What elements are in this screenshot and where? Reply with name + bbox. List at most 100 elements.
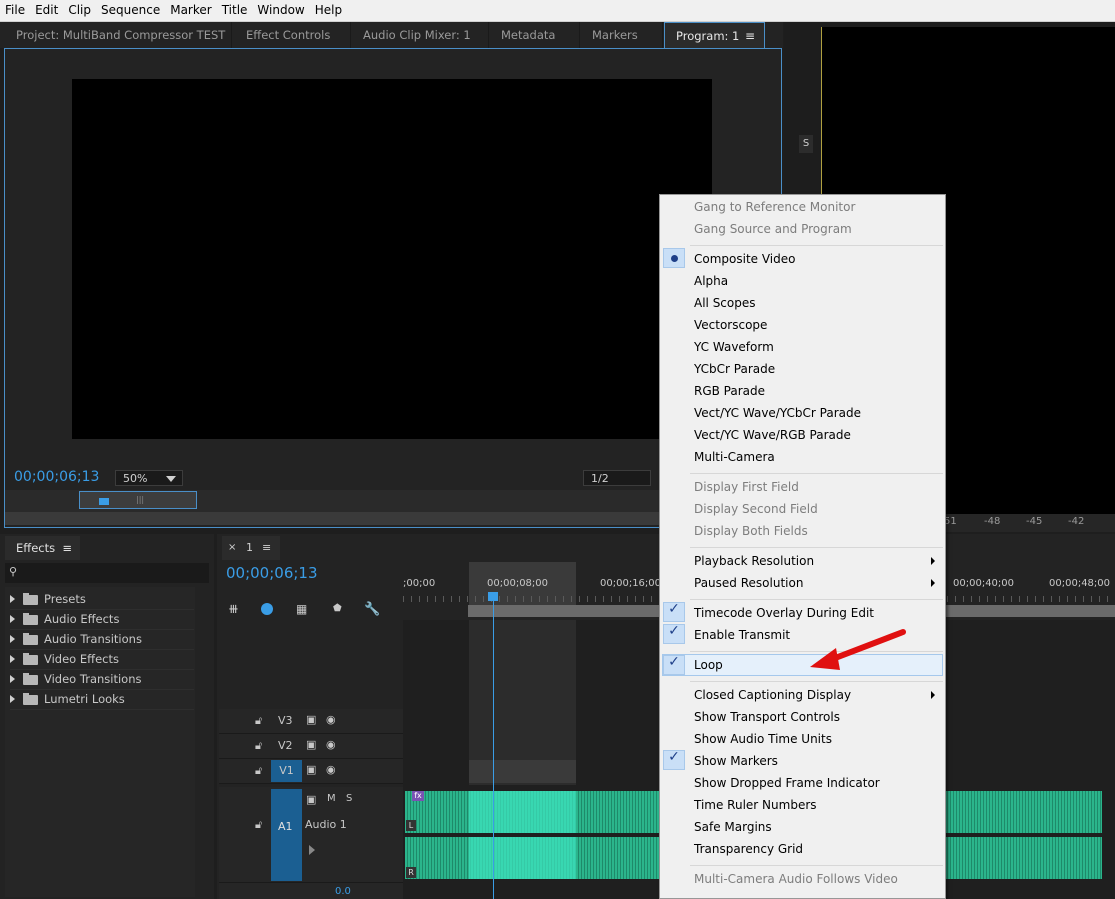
menu-item-paused-resolution[interactable]: Paused Resolution (660, 572, 945, 594)
menu-edit[interactable]: Edit (30, 0, 63, 21)
eye-icon[interactable]: ◉ (326, 738, 336, 751)
menu-window[interactable]: Window (252, 0, 309, 21)
menu-item-transparency-grid[interactable]: Transparency Grid (660, 838, 945, 860)
eye-icon[interactable]: ◉ (326, 763, 336, 776)
resolution-dropdown[interactable]: 1/2 (583, 470, 651, 486)
expand-icon[interactable] (10, 595, 15, 603)
menu-item-vect-yc-rgb[interactable]: Vect/YC Wave/RGB Parade (660, 424, 945, 446)
menu-item-closed-captioning[interactable]: Closed Captioning Display (660, 684, 945, 706)
menu-item-yc-waveform[interactable]: YC Waveform (660, 336, 945, 358)
expand-icon[interactable] (10, 675, 15, 683)
expand-icon[interactable] (10, 615, 15, 623)
menu-title[interactable]: Title (217, 0, 253, 21)
menu-item-vectorscope[interactable]: Vectorscope (660, 314, 945, 336)
menu-item-both-fields[interactable]: Display Both Fields (660, 520, 945, 542)
lock-icon[interactable]: 🔓︎ (255, 764, 262, 778)
fx-item-lumetri-looks[interactable]: Lumetri Looks (10, 690, 194, 710)
playhead-marker[interactable] (99, 498, 109, 505)
playhead-line[interactable] (493, 600, 494, 899)
menu-item-playback-resolution[interactable]: Playback Resolution (660, 550, 945, 572)
film-icon[interactable]: ▣ (306, 763, 316, 776)
zoom-dropdown[interactable]: 50% (115, 470, 183, 486)
panel-menu-icon[interactable]: ≡ (262, 536, 271, 560)
menu-item-show-markers[interactable]: Show Markers (660, 750, 945, 772)
film-icon[interactable]: ▣ (306, 738, 316, 751)
menu-item-all-scopes[interactable]: All Scopes (660, 292, 945, 314)
close-icon[interactable]: × (228, 536, 236, 560)
track-id[interactable]: V1 (271, 760, 302, 782)
menu-item-vect-yc-ycbcr[interactable]: Vect/YC Wave/YCbCr Parade (660, 402, 945, 424)
tab-effect-controls[interactable]: Effect Controls (235, 22, 351, 48)
menu-help[interactable]: Help (310, 0, 347, 21)
fx-item-presets[interactable]: Presets (10, 590, 194, 610)
lock-icon[interactable]: 🔓︎ (255, 739, 262, 753)
program-zoom-scrollbar[interactable] (5, 512, 660, 525)
menu-item-composite-video[interactable]: Composite Video (660, 248, 945, 270)
tab-program[interactable]: Program: 1 ≡ (664, 22, 765, 48)
fx-badge[interactable]: fx (412, 791, 424, 801)
in-out-range[interactable]: ||| (79, 491, 197, 509)
a1-target[interactable]: A1 (271, 789, 302, 881)
fx-item-label: Lumetri Looks (44, 692, 125, 706)
tab-project[interactable]: Project: MultiBand Compressor TEST (5, 22, 232, 48)
menu-item-multicam-audio[interactable]: Multi-Camera Audio Follows Video (660, 868, 945, 890)
menu-file[interactable]: File (0, 0, 30, 21)
expand-icon[interactable] (10, 655, 15, 663)
waveform-selected (469, 791, 576, 833)
expand-icon[interactable] (309, 845, 315, 855)
track-id[interactable]: V3 (278, 714, 293, 727)
lock-icon[interactable]: 🔓︎ (255, 714, 262, 728)
panel-menu-icon[interactable]: ≡ (745, 23, 755, 49)
linked-selection-icon[interactable] (261, 603, 273, 615)
menu-item-alpha[interactable]: Alpha (660, 270, 945, 292)
expand-icon[interactable] (10, 695, 15, 703)
menu-separator (690, 245, 943, 246)
timeline-timecode[interactable]: 00;00;06;13 (226, 564, 318, 582)
menu-item-multi-camera[interactable]: Multi-Camera (660, 446, 945, 468)
tab-markers[interactable]: Markers (581, 22, 663, 48)
tab-sequence[interactable]: × 1 ≡ (222, 536, 280, 560)
volume-value[interactable]: 0.0 (335, 886, 351, 897)
fx-item-video-effects[interactable]: Video Effects (10, 650, 194, 670)
menu-item-timecode-overlay[interactable]: Timecode Overlay During Edit (660, 602, 945, 624)
program-timecode[interactable]: 00;00;06;13 (14, 469, 99, 485)
solo-button[interactable]: S (799, 135, 813, 153)
menu-item-time-ruler-numbers[interactable]: Time Ruler Numbers (660, 794, 945, 816)
menu-item-transport-controls[interactable]: Show Transport Controls (660, 706, 945, 728)
menu-sequence[interactable]: Sequence (96, 0, 165, 21)
menu-item-safe-margins[interactable]: Safe Margins (660, 816, 945, 838)
snap-icon[interactable]: ⧻ (228, 602, 239, 617)
track-id[interactable]: V2 (278, 739, 293, 752)
film-icon[interactable]: ▣ (306, 713, 316, 726)
eye-icon[interactable]: ◉ (326, 713, 336, 726)
tab-effects[interactable]: Effects ≡ (5, 536, 80, 560)
menu-item-rgb-parade[interactable]: RGB Parade (660, 380, 945, 402)
effects-search-input[interactable]: ⚲ (5, 563, 209, 583)
menu-clip[interactable]: Clip (63, 0, 96, 21)
menu-item-ycbcr-parade[interactable]: YCbCr Parade (660, 358, 945, 380)
mute-button[interactable]: M (327, 793, 336, 804)
fx-item-audio-effects[interactable]: Audio Effects (10, 610, 194, 630)
marker-icon[interactable]: ⬟ (333, 603, 342, 614)
solo-button[interactable]: S (346, 793, 352, 804)
menu-item-dropped-frame[interactable]: Show Dropped Frame Indicator (660, 772, 945, 794)
program-monitor-context-menu: Gang to Reference Monitor Gang Source an… (659, 194, 946, 899)
menu-item-second-field[interactable]: Display Second Field (660, 498, 945, 520)
menu-item-gang-reference[interactable]: Gang to Reference Monitor (660, 196, 945, 218)
menu-item-first-field[interactable]: Display First Field (660, 476, 945, 498)
wrench-icon[interactable]: 🔧 (364, 602, 380, 617)
tab-audio-clip-mixer[interactable]: Audio Clip Mixer: 1 (352, 22, 489, 48)
playhead-handle[interactable] (488, 592, 498, 601)
add-marker-icon[interactable]: ▦ (296, 602, 307, 616)
fx-item-video-transitions[interactable]: Video Transitions (10, 670, 194, 690)
tab-metadata[interactable]: Metadata (490, 22, 580, 48)
menu-item-gang-source-program[interactable]: Gang Source and Program (660, 218, 945, 240)
folder-icon (23, 672, 38, 685)
expand-icon[interactable] (10, 635, 15, 643)
lock-icon[interactable]: 🔓︎ (255, 818, 262, 832)
menu-marker[interactable]: Marker (165, 0, 216, 21)
film-icon[interactable]: ▣ (306, 793, 316, 806)
menu-item-audio-time-units[interactable]: Show Audio Time Units (660, 728, 945, 750)
panel-menu-icon[interactable]: ≡ (62, 536, 72, 560)
fx-item-audio-transitions[interactable]: Audio Transitions (10, 630, 194, 650)
